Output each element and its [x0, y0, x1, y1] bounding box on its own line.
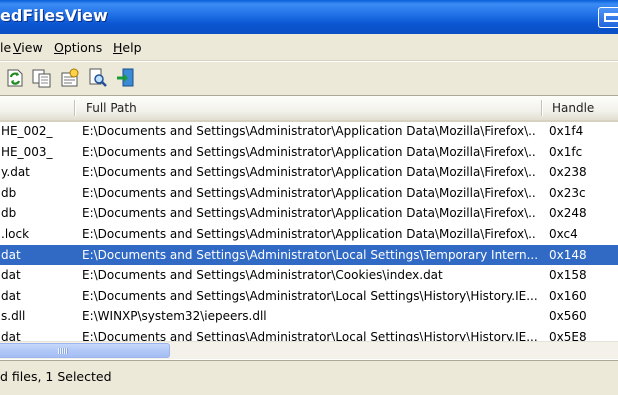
- menu-file[interactable]: le: [0, 40, 11, 55]
- cell-handle: 0x1fc: [549, 144, 583, 159]
- scrollbar-thumb[interactable]: [0, 343, 170, 358]
- exit-icon: [117, 68, 134, 87]
- file-list[interactable]: Full Path Handle HE_002_ E:\Documents and…: [0, 96, 618, 341]
- cell-full-path: E:\Documents and Settings\Administrator\…: [82, 206, 537, 221]
- table-row[interactable]: db E:\Documents and Settings\Administrato…: [0, 203, 618, 224]
- cell-full-path: E:\Documents and Settings\Administrator\…: [82, 268, 443, 283]
- menu-options-label: ptions: [63, 40, 103, 55]
- cell-handle: 0x23c: [549, 185, 586, 200]
- table-row[interactable]: dat E:\Documents and Settings\Administrat…: [0, 265, 618, 286]
- cell-filename: db: [1, 185, 17, 200]
- title-bar[interactable]: edFilesView: [0, 0, 618, 34]
- cell-handle: 0x248: [549, 206, 587, 221]
- table-row[interactable]: s.dll E:\WINXP\system32\iepeers.dll 0x560: [0, 306, 618, 327]
- cell-filename: dat: [1, 330, 21, 341]
- menu-help[interactable]: Help: [113, 40, 142, 55]
- table-row[interactable]: dat E:\Documents and Settings\Administrat…: [0, 244, 618, 266]
- cell-filename: dat: [1, 247, 21, 262]
- cell-filename: HE_002_: [1, 124, 53, 138]
- cell-filename: .lock: [1, 227, 30, 241]
- menu-options-accel: O: [54, 40, 64, 55]
- table-row[interactable]: dat E:\Documents and Settings\Administrat…: [0, 327, 618, 341]
- cell-full-path: E:\Documents and Settings\Administrator\…: [82, 144, 537, 159]
- column-divider[interactable]: [74, 100, 75, 116]
- cell-filename: s.dll: [1, 309, 26, 324]
- status-text: d files, 1 Selected: [0, 369, 112, 384]
- menu-view-label: iew: [21, 40, 43, 55]
- list-header: Full Path Handle: [0, 96, 618, 122]
- column-header-full-path[interactable]: Full Path: [86, 96, 541, 120]
- column-divider[interactable]: [541, 100, 542, 116]
- menu-file-label: le: [0, 40, 12, 55]
- properties-button[interactable]: [59, 67, 81, 89]
- table-row[interactable]: y.dat E:\Documents and Settings\Administr…: [0, 162, 618, 183]
- table-row[interactable]: HE_002_ E:\Documents and Settings\Adminis…: [0, 121, 618, 142]
- cell-full-path: E:\Documents and Settings\Administrator\…: [82, 288, 537, 303]
- cell-full-path: E:\WINXP\system32\iepeers.dll: [82, 309, 267, 324]
- cell-filename: y.dat: [1, 165, 30, 180]
- cell-handle: 0x148: [549, 247, 587, 262]
- cell-full-path: E:\Documents and Settings\Administrator\…: [82, 124, 537, 138]
- properties-icon: [61, 68, 79, 87]
- cell-handle: 0xc4: [549, 227, 578, 241]
- cell-handle: 0x560: [549, 309, 587, 324]
- menu-help-label: elp: [122, 40, 142, 55]
- exit-button[interactable]: [115, 67, 137, 89]
- cell-handle: 0x160: [549, 288, 587, 303]
- cell-handle: 0x238: [549, 165, 587, 180]
- cell-full-path: E:\Documents and Settings\Administrator\…: [82, 330, 537, 341]
- cell-full-path: E:\Documents and Settings\Administrator\…: [82, 165, 537, 180]
- cell-full-path: E:\Documents and Settings\Administrator\…: [82, 247, 537, 262]
- window-title: edFilesView: [0, 6, 108, 25]
- refresh-button[interactable]: [4, 67, 26, 89]
- table-row[interactable]: .lock E:\Documents and Settings\Administr…: [0, 224, 618, 245]
- cell-handle: 0x158: [549, 268, 587, 283]
- refresh-icon: [7, 69, 23, 87]
- maximize-button[interactable]: [598, 7, 618, 28]
- table-row[interactable]: db E:\Documents and Settings\Administrato…: [0, 183, 618, 204]
- status-bar: d files, 1 Selected: [0, 359, 618, 395]
- menu-bar: le View Options Help: [0, 34, 618, 61]
- cell-handle: 0x5E8: [549, 330, 587, 341]
- column-header-filename[interactable]: [4, 96, 74, 120]
- cell-full-path: E:\Documents and Settings\Administrator\…: [82, 185, 537, 200]
- cell-handle: 0x1f4: [549, 124, 584, 138]
- menu-view[interactable]: View: [13, 40, 43, 55]
- toolbar: [0, 61, 618, 96]
- cell-filename: dat: [1, 288, 21, 303]
- menu-help-accel: H: [113, 40, 123, 55]
- copy-icon: [32, 69, 51, 88]
- table-row[interactable]: HE_003_ E:\Documents and Settings\Adminis…: [0, 142, 618, 163]
- cell-filename: HE_003_: [1, 144, 53, 159]
- table-row[interactable]: dat E:\Documents and Settings\Administrat…: [0, 286, 618, 307]
- scrollbar-grip: [58, 348, 68, 354]
- horizontal-scrollbar[interactable]: [0, 341, 618, 359]
- find-icon: [89, 68, 107, 87]
- cell-filename: db: [1, 206, 17, 221]
- menu-options[interactable]: Options: [54, 40, 102, 55]
- column-header-handle[interactable]: Handle: [552, 96, 618, 120]
- cell-filename: dat: [1, 268, 21, 283]
- cell-full-path: E:\Documents and Settings\Administrator\…: [82, 227, 537, 241]
- find-button[interactable]: [87, 67, 109, 89]
- copy-button[interactable]: [31, 67, 53, 89]
